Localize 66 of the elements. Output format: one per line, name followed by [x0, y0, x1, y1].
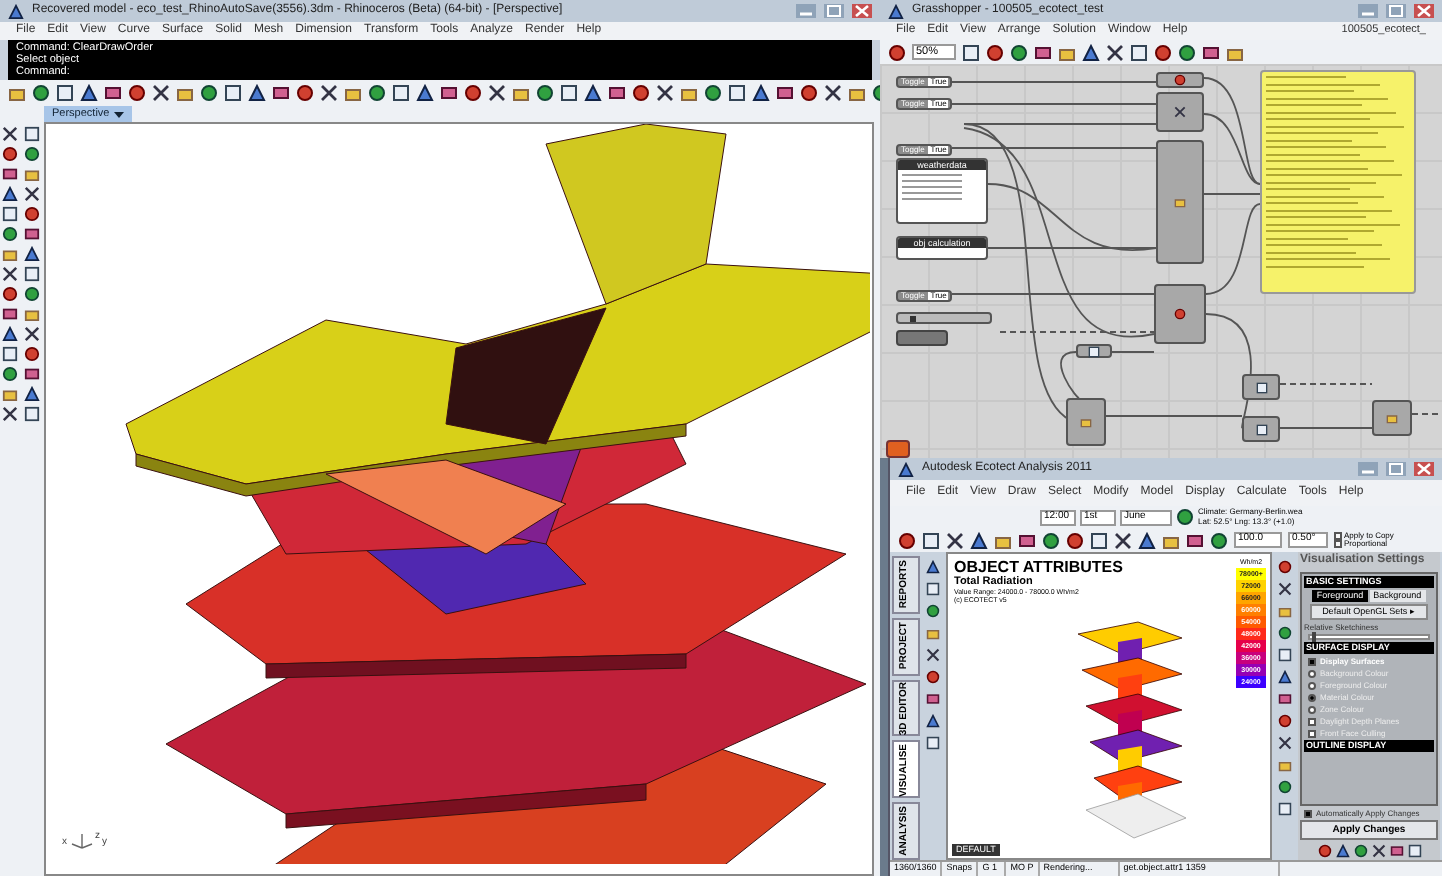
checkbox[interactable] [1304, 809, 1312, 817]
connection-wire [1411, 413, 1442, 415]
connection-wire [1111, 351, 1155, 353]
checkbox[interactable] [1334, 531, 1342, 540]
tool-icon[interactable] [926, 648, 940, 662]
minimize-icon[interactable] [1358, 4, 1378, 18]
connection-wire [1205, 203, 1261, 295]
tool-icon[interactable] [1371, 844, 1385, 858]
tool-icon[interactable] [824, 84, 842, 102]
tool-icon[interactable] [152, 84, 170, 102]
connection-wire [1203, 193, 1261, 195]
tool-icon[interactable] [488, 84, 506, 102]
tool-icon[interactable] [946, 531, 964, 549]
tool-icon[interactable] [1106, 43, 1124, 61]
component-node[interactable] [1372, 400, 1412, 436]
view-heading: OBJECT ATTRIBUTES [954, 558, 1123, 576]
tool-icon[interactable] [1278, 736, 1292, 750]
component-icon[interactable] [1255, 381, 1267, 393]
component-node[interactable] [1076, 344, 1112, 358]
maximize-icon[interactable] [824, 4, 844, 18]
tool-icon[interactable] [1114, 531, 1132, 549]
component-icon[interactable] [886, 440, 910, 458]
minimize-icon[interactable] [1358, 462, 1378, 476]
component-node[interactable] [1156, 140, 1204, 264]
component-icon[interactable] [1174, 106, 1186, 118]
component-node[interactable] [1066, 398, 1106, 446]
checkbox[interactable] [1308, 717, 1316, 725]
close-icon[interactable] [1414, 462, 1434, 476]
checkbox[interactable] [1308, 657, 1316, 665]
component-icon[interactable] [1174, 74, 1186, 86]
tool-icon[interactable] [24, 186, 40, 202]
tool-icon[interactable] [2, 406, 18, 422]
minimize-icon[interactable] [796, 4, 816, 18]
slider-thumb[interactable] [1312, 632, 1317, 642]
axis-icon [69, 830, 93, 850]
component-node[interactable] [1156, 92, 1204, 132]
radio-button[interactable] [1308, 669, 1316, 677]
component-node[interactable] [1154, 284, 1206, 344]
radio-button[interactable] [1308, 681, 1316, 689]
component-icon[interactable] [1174, 308, 1186, 320]
connection-wire [1279, 383, 1373, 385]
checkbox[interactable] [1308, 729, 1316, 737]
component-node[interactable] [1242, 416, 1280, 442]
slider-track[interactable] [1308, 634, 1430, 640]
tool-icon[interactable] [2, 266, 18, 282]
tool-icon[interactable] [1278, 582, 1292, 596]
component-icon[interactable] [1255, 423, 1267, 435]
component-node[interactable] [1156, 72, 1204, 88]
radio-button[interactable] [1308, 705, 1316, 713]
radio-button[interactable] [1308, 693, 1316, 701]
tool-icon[interactable] [1278, 560, 1292, 574]
tool-icon[interactable] [888, 43, 906, 61]
maximize-icon[interactable] [1386, 4, 1406, 18]
tool-icon[interactable] [24, 326, 40, 342]
component-icon[interactable] [1088, 345, 1100, 357]
number-slider[interactable] [896, 312, 992, 324]
tool-icon[interactable] [656, 84, 674, 102]
slider-thumb[interactable] [909, 316, 916, 322]
maximize-icon[interactable] [1386, 462, 1406, 476]
connection-wire [1279, 427, 1373, 429]
tool-icon[interactable] [2, 126, 18, 142]
component-node[interactable] [1242, 374, 1280, 400]
tool-icon[interactable] [320, 84, 338, 102]
close-icon[interactable] [852, 4, 872, 18]
close-icon[interactable] [1414, 4, 1434, 18]
checkbox[interactable] [1334, 540, 1342, 549]
